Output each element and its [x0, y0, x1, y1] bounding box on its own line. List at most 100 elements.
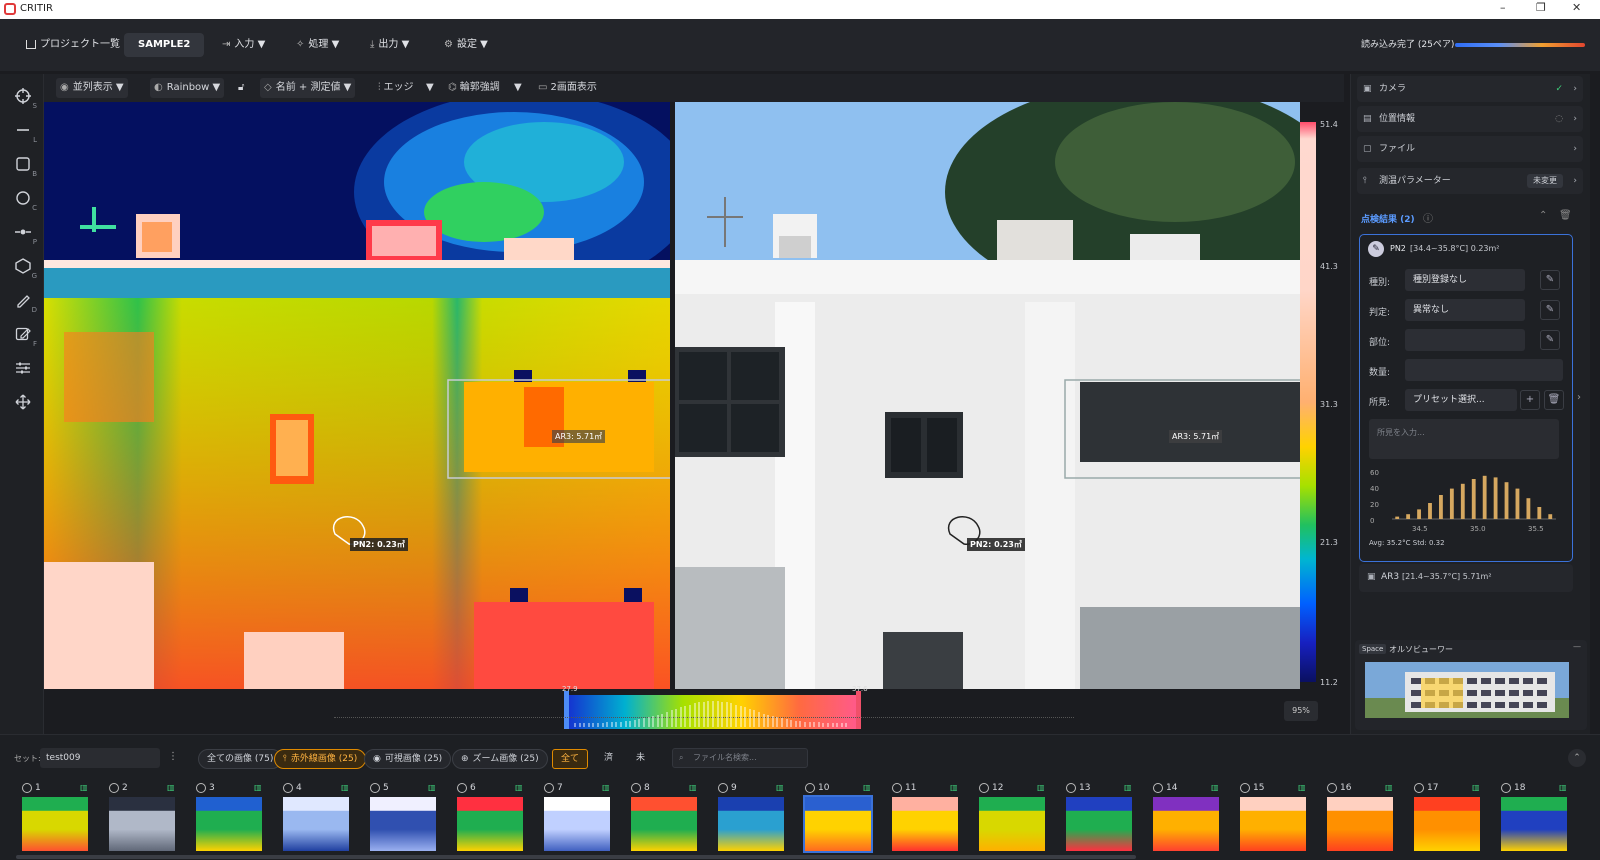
- filename-search-input[interactable]: ⌕ ファイル名検索...: [672, 748, 808, 768]
- thumbnail-item[interactable]: 6 ▥: [453, 783, 535, 853]
- panel-expand-icon[interactable]: ›: [1577, 392, 1581, 403]
- edit-tool[interactable]: F: [9, 320, 37, 348]
- thumbnail-item[interactable]: 2 ▥: [105, 783, 187, 853]
- results-title[interactable]: 点検結果 (2): [1361, 212, 1415, 225]
- project-list-button[interactable]: プロジェクト一覧: [20, 33, 126, 57]
- finding-note-input[interactable]: 所見を入力...: [1369, 419, 1559, 459]
- select-radio[interactable]: [631, 783, 641, 793]
- thumbnail-item[interactable]: 3 ▥: [192, 783, 274, 853]
- select-radio[interactable]: [196, 783, 206, 793]
- file-row[interactable]: ▢ ファイル ›: [1357, 136, 1583, 162]
- range-low-handle[interactable]: [564, 691, 569, 729]
- result-card-pn2[interactable]: ✎ PN2 [34.4~35.8°C] 0.23m² 種別: 種別登録なし ✎ …: [1359, 234, 1573, 562]
- thumbnail-item[interactable]: 18 ▥: [1497, 783, 1579, 853]
- select-radio[interactable]: [1327, 783, 1337, 793]
- select-radio[interactable]: [892, 783, 902, 793]
- thumbnail-item[interactable]: 1 ▥: [18, 783, 100, 853]
- result-card-ar3[interactable]: ▣ AR3 [21.4~35.7°C] 5.71m²: [1359, 564, 1573, 592]
- thumbnail-item[interactable]: 16 ▥: [1323, 783, 1405, 853]
- ortho-viewer-panel[interactable]: Space オルソビューワー —: [1355, 640, 1587, 730]
- delete-finding-button[interactable]: 🗑︎: [1544, 390, 1564, 410]
- chevron-up-icon[interactable]: ⌃: [1539, 210, 1547, 221]
- part-edit-button[interactable]: ✎: [1540, 330, 1560, 350]
- close-button[interactable]: ✕: [1572, 1, 1581, 14]
- contour-dropdown-arrow[interactable]: ▼: [510, 78, 526, 98]
- thumbnail-item[interactable]: 9 ▥: [714, 783, 796, 853]
- thumbnail-item[interactable]: 7 ▥: [540, 783, 622, 853]
- select-radio[interactable]: [544, 783, 554, 793]
- filter-all-images[interactable]: 全ての画像 (75): [198, 749, 283, 769]
- project-name-tab[interactable]: SAMPLE2: [124, 33, 205, 57]
- camera-row[interactable]: ▣ カメラ ✓ ›: [1357, 76, 1583, 102]
- thumbnail-item[interactable]: 10 ▥: [801, 783, 883, 853]
- ortho-image[interactable]: [1365, 662, 1569, 718]
- pn2-label[interactable]: PN2: 0.23㎡: [350, 538, 408, 551]
- circle-tool[interactable]: C: [9, 184, 37, 212]
- output-menu[interactable]: ⤓ 出力 ▼: [364, 33, 415, 57]
- layout-dropdown[interactable]: ◉ 並列表示 ▼: [56, 78, 128, 98]
- thumbnail-item[interactable]: 11 ▥: [888, 783, 970, 853]
- judgement-select[interactable]: 異常なし: [1405, 299, 1525, 321]
- select-radio[interactable]: [370, 783, 380, 793]
- judgement-edit-button[interactable]: ✎: [1540, 300, 1560, 320]
- thumbnail-item[interactable]: 8 ▥: [627, 783, 709, 853]
- rectangle-tool[interactable]: B: [9, 150, 37, 178]
- select-radio[interactable]: [1066, 783, 1076, 793]
- select-radio[interactable]: [457, 783, 467, 793]
- thumbnail-item[interactable]: 14 ▥: [1149, 783, 1231, 853]
- point-tool[interactable]: P: [9, 218, 37, 246]
- spot-tool[interactable]: S: [9, 82, 37, 110]
- input-menu[interactable]: ⇥ 入力 ▼: [216, 33, 271, 57]
- help-icon[interactable]: ⓘ: [1423, 210, 1433, 225]
- select-radio[interactable]: [805, 783, 815, 793]
- temperature-range-strip[interactable]: 27.9 37.6 95%: [44, 685, 1344, 734]
- thumbnail-item[interactable]: 5 ▥: [366, 783, 448, 853]
- finding-preset-select[interactable]: プリセット選択...: [1405, 389, 1517, 411]
- thumbnail-item[interactable]: 4 ▥: [279, 783, 361, 853]
- select-radio[interactable]: [1240, 783, 1250, 793]
- minimize-button[interactable]: –: [1500, 1, 1506, 14]
- set-select[interactable]: test009: [40, 748, 160, 768]
- filmstrip-scrollbar[interactable]: [16, 855, 1136, 859]
- pn2-label-visible[interactable]: PN2: 0.23㎡: [967, 538, 1025, 551]
- quantity-input[interactable]: [1405, 359, 1563, 381]
- lock-icon[interactable]: 🔓︎: [234, 78, 248, 98]
- thumbnail-item[interactable]: 15 ▥: [1236, 783, 1318, 853]
- select-radio[interactable]: [283, 783, 293, 793]
- filter-zoom-images[interactable]: ⊕ ズーム画像 (25): [452, 749, 548, 769]
- edge-toggle[interactable]: ⫶ エッジ: [374, 78, 418, 98]
- ar3-label-visible[interactable]: AR3: 5.71㎡: [1169, 430, 1223, 443]
- thumbnail-item[interactable]: 17 ▥: [1410, 783, 1492, 853]
- thumbnail-item[interactable]: 13 ▥: [1062, 783, 1144, 853]
- move-tool[interactable]: [9, 388, 37, 416]
- edge-dropdown-arrow[interactable]: ▼: [422, 78, 438, 98]
- status-done[interactable]: 済: [596, 749, 621, 769]
- ar3-label[interactable]: AR3: 5.71㎡: [552, 430, 606, 443]
- select-radio[interactable]: [979, 783, 989, 793]
- visible-image-view[interactable]: AR3: 5.71㎡ PN2: 0.23㎡: [675, 102, 1300, 689]
- select-radio[interactable]: [109, 783, 119, 793]
- select-radio[interactable]: [1501, 783, 1511, 793]
- type-edit-button[interactable]: ✎: [1540, 270, 1560, 290]
- thumbnail-item[interactable]: 12 ▥: [975, 783, 1057, 853]
- trash-icon[interactable]: 🗑︎: [1559, 210, 1572, 221]
- chevron-up-icon[interactable]: ⌃: [1568, 749, 1586, 767]
- settings-menu[interactable]: ⚙ 設定 ▼: [438, 33, 494, 57]
- status-all[interactable]: 全て: [552, 749, 589, 769]
- polygon-tool[interactable]: G: [9, 252, 37, 280]
- contour-toggle[interactable]: ⌬ 輪郭強調: [444, 78, 504, 98]
- restore-button[interactable]: ❐: [1536, 1, 1546, 14]
- select-radio[interactable]: [1414, 783, 1424, 793]
- label-mode-dropdown[interactable]: ◇ 名前 + 測定値 ▼: [260, 78, 356, 98]
- measure-params-row[interactable]: ⫯ 測温パラメーター 未変更 ›: [1357, 168, 1583, 194]
- location-row[interactable]: ▤ 位置情報 ◌ ›: [1357, 106, 1583, 132]
- range-high-handle[interactable]: [856, 691, 861, 729]
- thermal-image-view[interactable]: AR3: 5.71㎡ PN2: 0.23㎡: [44, 102, 670, 689]
- type-select[interactable]: 種別登録なし: [1405, 269, 1525, 291]
- process-menu[interactable]: ✧ 処理 ▼: [290, 33, 345, 57]
- zoom-level[interactable]: 95%: [1284, 701, 1318, 721]
- add-finding-button[interactable]: +: [1520, 390, 1540, 410]
- select-radio[interactable]: [1153, 783, 1163, 793]
- dual-view-toggle[interactable]: ▭ 2画面表示: [534, 78, 601, 98]
- filter-visible-images[interactable]: ◉ 可視画像 (25): [364, 749, 452, 769]
